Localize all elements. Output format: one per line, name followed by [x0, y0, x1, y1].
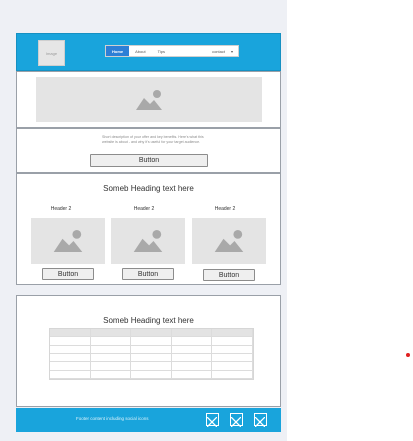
site-footer: Footer content including social icons — [16, 408, 281, 432]
image-placeholder-icon — [214, 230, 244, 252]
table-cell — [131, 362, 172, 371]
image-placeholder-icon — [136, 89, 162, 110]
social-icon-2[interactable] — [230, 413, 243, 428]
table-heading: Someb Heading text here — [103, 316, 194, 325]
image-placeholder-icon — [53, 230, 83, 252]
data-table — [49, 328, 254, 380]
navigation-bar: Home About Tips contact ▾ — [105, 45, 239, 57]
table-cell — [50, 345, 91, 354]
offer-description: Short description of your offer and key … — [102, 135, 204, 144]
column-header: Header 2 — [133, 206, 155, 212]
column-header: Header 2 — [50, 206, 72, 212]
nav-item-about[interactable]: About — [129, 46, 151, 56]
social-icon-3[interactable] — [254, 413, 267, 428]
footer-text: Footer content including social icons — [76, 416, 149, 421]
feature-image — [31, 218, 105, 264]
logo-placeholder[interactable]: Image — [38, 40, 65, 66]
table-cell — [90, 337, 132, 346]
offer-button[interactable]: Button — [90, 154, 208, 167]
marker-dot — [406, 353, 410, 357]
table-cell — [131, 345, 172, 354]
table-cell — [212, 362, 253, 371]
table-header-cell — [50, 329, 91, 338]
table-cell — [171, 370, 213, 379]
table-cell — [131, 337, 172, 346]
nav-dropdown-value: contact — [212, 48, 225, 54]
column-header: Header 2 — [214, 206, 236, 212]
table-cell — [90, 353, 132, 363]
table-cell — [171, 337, 213, 346]
placeholder-x-icon — [206, 416, 218, 428]
table-cell — [171, 353, 213, 363]
features-section: Someb Heading text here Header 2 Header … — [16, 173, 281, 285]
features-heading: Someb Heading text here — [103, 184, 194, 193]
nav-item-home[interactable]: Home — [106, 46, 130, 56]
nav-item-tips[interactable]: Tips — [152, 46, 171, 56]
table-cell — [212, 337, 253, 346]
table-section: Someb Heading text here — [16, 295, 281, 407]
table-cell — [50, 370, 91, 379]
hero-image — [36, 77, 262, 122]
feature-image — [111, 218, 185, 264]
table-cell — [131, 370, 172, 379]
table-cell — [50, 337, 91, 346]
wireframe-canvas: Image Home About Tips contact ▾ Short de… — [0, 0, 413, 441]
table-cell — [171, 345, 213, 354]
table-cell — [50, 353, 91, 363]
table-header-cell — [212, 329, 253, 338]
feature-image — [192, 218, 266, 264]
chevron-down-icon: ▾ — [230, 48, 233, 54]
logo-label: Image — [45, 50, 58, 56]
table-cell — [90, 345, 132, 354]
table-cell — [131, 353, 172, 363]
nav-dropdown[interactable]: contact ▾ — [212, 49, 238, 54]
table-header-cell — [171, 329, 213, 338]
placeholder-x-icon — [254, 416, 266, 428]
image-placeholder-icon — [133, 230, 163, 252]
table-header-cell — [90, 329, 132, 338]
site-header: Image Home About Tips contact ▾ — [16, 33, 281, 71]
feature-button[interactable]: Button — [203, 269, 255, 281]
social-icon-1[interactable] — [206, 413, 219, 428]
table-header-cell — [131, 329, 172, 338]
hero-section — [16, 71, 281, 128]
table-cell — [90, 362, 132, 371]
table-cell — [90, 370, 132, 379]
feature-button[interactable]: Button — [42, 268, 94, 280]
table-cell — [171, 362, 213, 371]
table-cell — [212, 345, 253, 354]
placeholder-x-icon — [230, 416, 242, 428]
table-cell — [50, 362, 91, 371]
table-cell — [212, 370, 253, 379]
feature-button[interactable]: Button — [122, 268, 174, 280]
offer-section: Short description of your offer and key … — [16, 128, 281, 173]
table-cell — [212, 353, 253, 363]
